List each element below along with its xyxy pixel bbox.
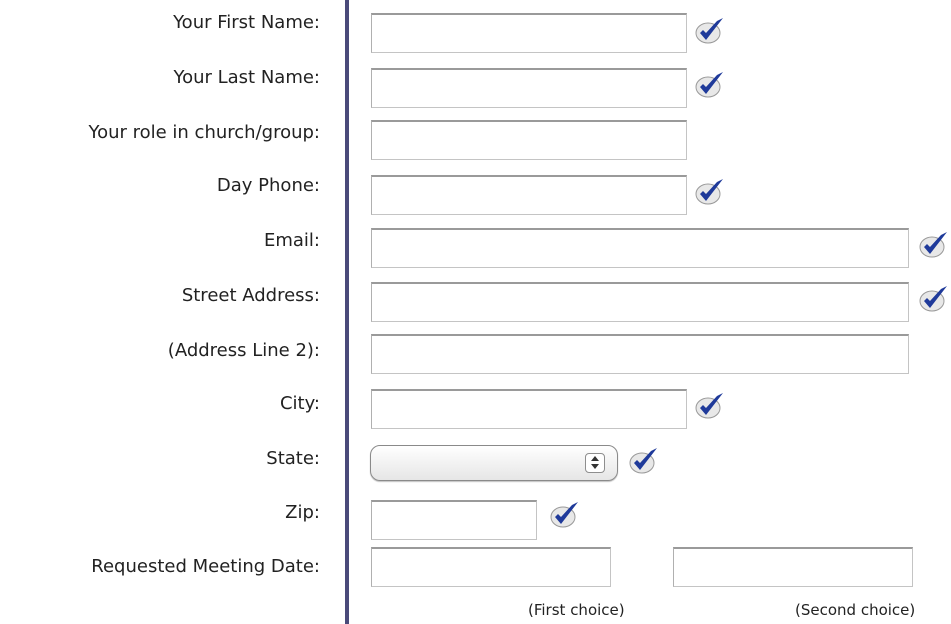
checkmark-icon <box>919 286 947 312</box>
zip-label: Zip: <box>285 502 320 523</box>
state-label: State: <box>266 448 320 469</box>
checkmark-icon <box>695 18 723 44</box>
role-input[interactable] <box>371 120 687 160</box>
address-line2-label: (Address Line 2): <box>167 340 320 361</box>
second-choice-hint: (Second choice) <box>795 601 916 619</box>
checkmark-icon <box>550 502 578 528</box>
checkmark-icon <box>695 179 723 205</box>
email-input[interactable] <box>371 228 909 268</box>
meeting-date-label: Requested Meeting Date: <box>91 556 320 577</box>
email-label: Email: <box>263 230 320 251</box>
select-arrows-icon <box>585 453 605 473</box>
meeting-date-first-input[interactable] <box>371 547 611 587</box>
day-phone-input[interactable] <box>371 175 687 215</box>
checkmark-icon <box>919 232 947 258</box>
street-address-input[interactable] <box>371 282 909 322</box>
address-line2-input[interactable] <box>371 334 909 374</box>
last-name-input[interactable] <box>371 68 687 108</box>
first-name-label: Your First Name: <box>173 12 320 33</box>
city-label: City: <box>279 393 320 414</box>
first-choice-hint: (First choice) <box>528 601 625 619</box>
city-input[interactable] <box>371 389 687 429</box>
state-select[interactable] <box>370 445 618 481</box>
checkmark-icon <box>695 72 723 98</box>
checkmark-icon <box>629 448 657 474</box>
column-divider <box>345 0 349 624</box>
checkmark-icon <box>695 393 723 419</box>
zip-input[interactable] <box>371 500 537 540</box>
street-address-label: Street Address: <box>181 285 320 306</box>
meeting-date-second-input[interactable] <box>673 547 913 587</box>
first-name-input[interactable] <box>371 13 687 53</box>
role-label: Your role in church/group: <box>88 122 320 143</box>
day-phone-label: Day Phone: <box>216 175 320 196</box>
last-name-label: Your Last Name: <box>173 67 320 88</box>
